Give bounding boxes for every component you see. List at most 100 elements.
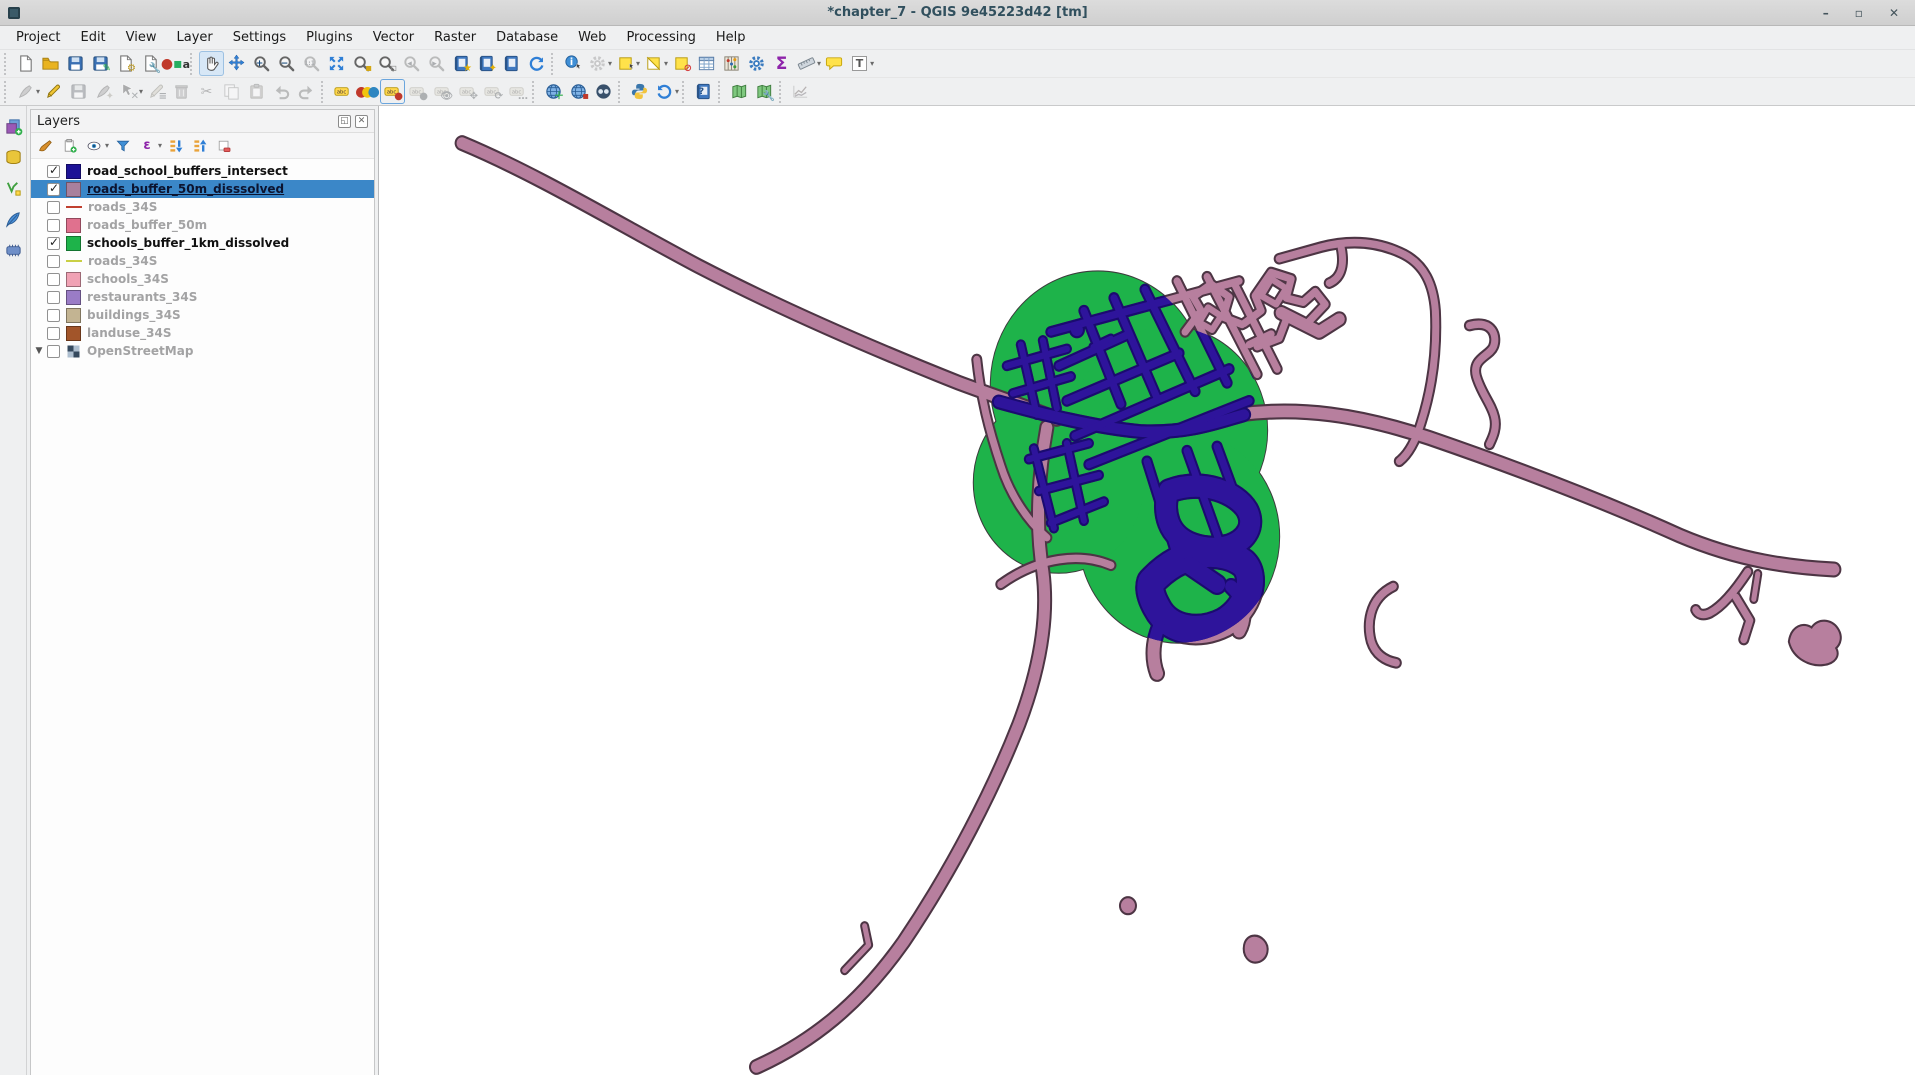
new-print-layout-icon[interactable]: ⚙ — [113, 51, 138, 76]
layer-item-restaurants-34s[interactable]: restaurants_34S — [31, 288, 374, 306]
layer-item-schools-buffer-1km-dissolved[interactable]: schools_buffer_1km_dissolved — [31, 234, 374, 252]
layer-visibility-checkbox[interactable] — [47, 237, 60, 250]
copy-features-icon[interactable] — [219, 79, 244, 104]
osm-tools-icon[interactable]: 🔧 — [752, 79, 777, 104]
layer-labeling-options-icon[interactable] — [330, 79, 355, 104]
chevron-down-icon[interactable]: ▾ — [158, 141, 162, 150]
panel-close-button[interactable]: ✕ — [355, 115, 368, 128]
layer-visibility-checkbox[interactable] — [47, 219, 60, 232]
filter-legend-icon[interactable] — [112, 135, 134, 157]
new-mesh-layer-icon[interactable] — [1, 238, 25, 262]
layer-item-roads-buffer-50m-disssolved[interactable]: roads_buffer_50m_disssolved — [31, 180, 374, 198]
add-feature-icon[interactable]: ✦ — [91, 79, 116, 104]
new-project-icon[interactable] — [13, 51, 38, 76]
minimize-button[interactable]: – — [1823, 0, 1829, 26]
map-tips-icon[interactable] — [822, 51, 847, 76]
data-source-manager-icon[interactable] — [1, 114, 25, 138]
undo-icon[interactable] — [269, 79, 294, 104]
open-project-icon[interactable] — [38, 51, 63, 76]
layer-item-schools-34s[interactable]: schools_34S — [31, 270, 374, 288]
show-bookmarks-icon[interactable]: ✦ — [474, 51, 499, 76]
measure-line-icon[interactable] — [794, 51, 819, 76]
layer-visibility-checkbox[interactable] — [47, 345, 60, 358]
maximize-button[interactable]: ▫ — [1855, 0, 1863, 26]
run-feature-action-icon[interactable] — [585, 51, 610, 76]
quickmap-services-icon[interactable] — [727, 79, 752, 104]
select-features-icon[interactable] — [613, 51, 638, 76]
vertex-tool-icon[interactable]: ✕ — [116, 79, 141, 104]
pan-map-icon[interactable] — [199, 51, 224, 76]
layer-visibility-checkbox[interactable] — [47, 291, 60, 304]
add-wms-layer-icon[interactable]: ＋ — [541, 79, 566, 104]
layer-visibility-checkbox[interactable] — [47, 183, 60, 196]
save-project-icon[interactable] — [63, 51, 88, 76]
statistical-summary-icon[interactable]: Σ — [769, 51, 794, 76]
zoom-next-icon[interactable]: ▸ — [424, 51, 449, 76]
layer-item-landuse-34s[interactable]: landuse_34S — [31, 324, 374, 342]
menu-project[interactable]: Project — [6, 28, 70, 47]
move-label-icon[interactable]: ✥ — [455, 79, 480, 104]
new-geopackage-layer-icon[interactable] — [1, 207, 25, 231]
help-contents-icon[interactable]: ? — [691, 79, 716, 104]
layer-visibility-checkbox[interactable] — [47, 201, 60, 214]
paste-features-icon[interactable] — [244, 79, 269, 104]
filter-by-expression-icon[interactable]: ε — [136, 135, 158, 157]
field-calculator-icon[interactable] — [719, 51, 744, 76]
menu-help[interactable]: Help — [706, 28, 756, 47]
layer-item-roads-34s[interactable]: roads_34S — [31, 198, 374, 216]
style-manager-icon[interactable]: ●▪a — [163, 51, 188, 76]
collapse-all-icon[interactable] — [189, 135, 211, 157]
reload-history-icon[interactable] — [652, 79, 677, 104]
highlight-pinned-labels-icon[interactable]: ● — [380, 79, 405, 104]
layer-visibility-checkbox[interactable] — [47, 165, 60, 178]
layer-item-road-school-buffers-intersect[interactable]: road_school_buffers_intersect — [31, 162, 374, 180]
layout-manager-icon[interactable]: 🔧 — [138, 51, 163, 76]
layer-item-openstreetmap[interactable]: ▼ OpenStreetMap — [31, 342, 374, 360]
layer-item-roads-buffer-50m[interactable]: roads_buffer_50m — [31, 216, 374, 234]
layer-visibility-checkbox[interactable] — [47, 327, 60, 340]
chevron-down-icon[interactable]: ▾ — [105, 141, 109, 150]
zoom-in-icon[interactable]: + — [249, 51, 274, 76]
close-button[interactable]: ✕ — [1889, 0, 1899, 26]
pan-to-selection-icon[interactable] — [224, 51, 249, 76]
zoom-out-icon[interactable]: − — [274, 51, 299, 76]
panel-float-button[interactable]: ◱ — [338, 115, 351, 128]
menu-processing[interactable]: Processing — [616, 28, 705, 47]
remove-layer-icon[interactable] — [213, 135, 235, 157]
layer-visibility-checkbox[interactable] — [47, 273, 60, 286]
menu-layer[interactable]: Layer — [167, 28, 223, 47]
menu-view[interactable]: View — [116, 28, 167, 47]
layer-item-buildings-34s[interactable]: buildings_34S — [31, 306, 374, 324]
processing-toolbox-icon[interactable] — [744, 51, 769, 76]
select-features-by-value-icon[interactable] — [641, 51, 666, 76]
add-wfs-layer-icon[interactable]: ▪ — [566, 79, 591, 104]
menu-raster[interactable]: Raster — [424, 28, 486, 47]
zoom-last-icon[interactable]: ◂ — [399, 51, 424, 76]
new-shapefile-layer-icon[interactable] — [1, 176, 25, 200]
new-database-layer-icon[interactable] — [1, 145, 25, 169]
menu-database[interactable]: Database — [486, 28, 568, 47]
open-layer-styling-icon[interactable] — [35, 135, 57, 157]
menu-web[interactable]: Web — [568, 28, 616, 47]
text-annotation-icon[interactable]: T — [847, 51, 872, 76]
identify-features-icon[interactable] — [560, 51, 585, 76]
add-group-icon[interactable] — [59, 135, 81, 157]
rotate-label-icon[interactable]: … — [505, 79, 530, 104]
modify-attributes-icon[interactable]: ≡ — [144, 79, 169, 104]
zoom-native-icon[interactable]: 1:1 — [299, 51, 324, 76]
save-layer-edits-icon[interactable] — [66, 79, 91, 104]
refresh-icon[interactable] — [524, 51, 549, 76]
menu-plugins[interactable]: Plugins — [296, 28, 363, 47]
save-project-as-icon[interactable]: ✎ — [88, 51, 113, 76]
change-label-icon[interactable]: ⟳ — [480, 79, 505, 104]
cut-features-icon[interactable]: ✂ — [194, 79, 219, 104]
layer-visibility-checkbox[interactable] — [47, 309, 60, 322]
new-bookmark-icon[interactable]: ★ — [449, 51, 474, 76]
show-hide-labels-icon[interactable]: 👁 — [430, 79, 455, 104]
menu-vector[interactable]: Vector — [363, 28, 424, 47]
new-map-view-icon[interactable] — [499, 51, 524, 76]
menu-edit[interactable]: Edit — [70, 28, 115, 47]
zoom-full-icon[interactable] — [324, 51, 349, 76]
manage-map-themes-icon[interactable] — [83, 135, 105, 157]
metasearch-icon[interactable] — [591, 79, 616, 104]
